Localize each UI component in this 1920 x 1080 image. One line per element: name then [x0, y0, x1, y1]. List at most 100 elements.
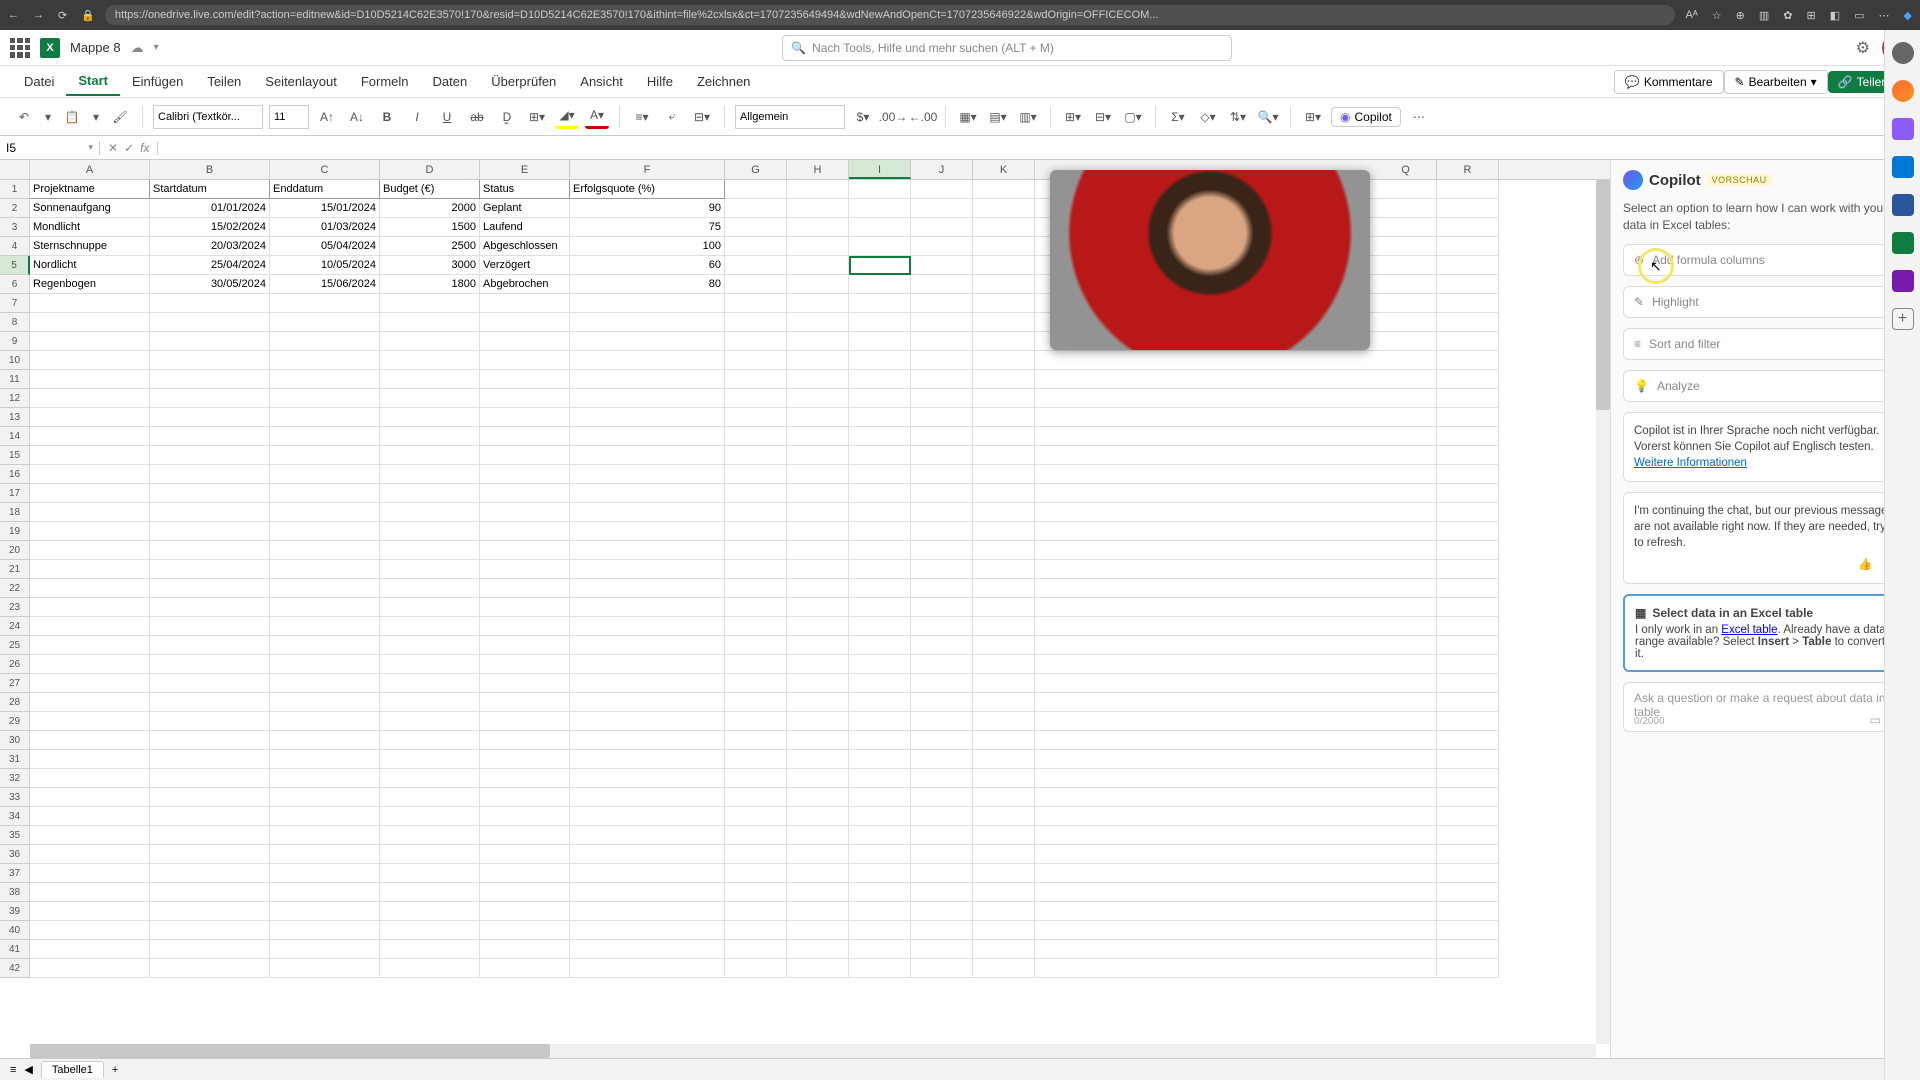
- cell[interactable]: [1375, 902, 1437, 921]
- cell[interactable]: [270, 465, 380, 484]
- cell[interactable]: [911, 674, 973, 693]
- cell[interactable]: [1375, 446, 1437, 465]
- insert-cells-button[interactable]: ⊞▾: [1061, 105, 1085, 129]
- cell[interactable]: [911, 579, 973, 598]
- cell[interactable]: [787, 389, 849, 408]
- cell[interactable]: [849, 180, 911, 199]
- cell[interactable]: [380, 617, 480, 636]
- cell[interactable]: [849, 237, 911, 256]
- cell[interactable]: [849, 712, 911, 731]
- cell[interactable]: [150, 294, 270, 313]
- cell[interactable]: [380, 541, 480, 560]
- rail-search-icon[interactable]: [1892, 42, 1914, 64]
- cell[interactable]: [30, 294, 150, 313]
- cell[interactable]: [973, 446, 1035, 465]
- cell[interactable]: [787, 313, 849, 332]
- cell[interactable]: [725, 180, 787, 199]
- mic-icon[interactable]: ▭: [1870, 713, 1881, 727]
- cell[interactable]: [480, 712, 570, 731]
- cell[interactable]: [380, 332, 480, 351]
- cell[interactable]: [570, 845, 725, 864]
- cell[interactable]: [380, 959, 480, 978]
- cell[interactable]: [150, 731, 270, 750]
- cell[interactable]: [570, 617, 725, 636]
- cell[interactable]: [911, 427, 973, 446]
- cell[interactable]: [725, 522, 787, 541]
- cell[interactable]: [150, 522, 270, 541]
- cell[interactable]: [1437, 370, 1499, 389]
- row-header[interactable]: 17: [0, 484, 30, 503]
- cell[interactable]: [30, 446, 150, 465]
- cell[interactable]: [1375, 845, 1437, 864]
- cell[interactable]: [1375, 427, 1437, 446]
- cell[interactable]: [1375, 389, 1437, 408]
- cell[interactable]: [1437, 180, 1499, 199]
- cell[interactable]: 15/02/2024: [150, 218, 270, 237]
- row-header[interactable]: 34: [0, 807, 30, 826]
- cell[interactable]: [1437, 731, 1499, 750]
- cell[interactable]: [270, 807, 380, 826]
- cell[interactable]: Erfolgsquote (%): [570, 180, 725, 199]
- cell[interactable]: [1437, 693, 1499, 712]
- cell[interactable]: [787, 712, 849, 731]
- merge-button[interactable]: ⊟▾: [690, 105, 714, 129]
- cell[interactable]: [480, 731, 570, 750]
- cell[interactable]: 90: [570, 199, 725, 218]
- cell[interactable]: [380, 845, 480, 864]
- cell[interactable]: [849, 275, 911, 294]
- row-header[interactable]: 4: [0, 237, 30, 256]
- chevron-down-icon[interactable]: ▾: [154, 42, 159, 53]
- row-header[interactable]: 20: [0, 541, 30, 560]
- edit-mode-button[interactable]: ✎ Bearbeiten ▾: [1724, 70, 1828, 94]
- option-highlight[interactable]: ✎Highlight: [1623, 286, 1908, 318]
- cell[interactable]: [973, 655, 1035, 674]
- cell[interactable]: [973, 522, 1035, 541]
- cell[interactable]: [849, 769, 911, 788]
- cell[interactable]: [480, 826, 570, 845]
- cell[interactable]: [911, 389, 973, 408]
- cell[interactable]: [849, 332, 911, 351]
- cell[interactable]: [787, 769, 849, 788]
- cell[interactable]: [849, 674, 911, 693]
- row-header[interactable]: 41: [0, 940, 30, 959]
- cell[interactable]: [30, 883, 150, 902]
- decrease-font-button[interactable]: A↓: [345, 105, 369, 129]
- cell[interactable]: [150, 959, 270, 978]
- cell[interactable]: [30, 921, 150, 940]
- cell[interactable]: [270, 902, 380, 921]
- cell[interactable]: Enddatum: [270, 180, 380, 199]
- cell[interactable]: [570, 636, 725, 655]
- cell[interactable]: [570, 598, 725, 617]
- decrease-decimal-button[interactable]: ←.00: [911, 105, 935, 129]
- fill-color-button[interactable]: ◢▾: [555, 105, 579, 129]
- cell[interactable]: [911, 522, 973, 541]
- cell[interactable]: [973, 237, 1035, 256]
- cell[interactable]: [270, 731, 380, 750]
- cell[interactable]: [725, 503, 787, 522]
- cell[interactable]: [380, 503, 480, 522]
- cell[interactable]: [570, 389, 725, 408]
- cell[interactable]: [973, 256, 1035, 275]
- cell[interactable]: [570, 826, 725, 845]
- cell[interactable]: [725, 541, 787, 560]
- cell[interactable]: [725, 864, 787, 883]
- cell[interactable]: [30, 560, 150, 579]
- row-header[interactable]: 38: [0, 883, 30, 902]
- cell[interactable]: [270, 750, 380, 769]
- row-header[interactable]: 32: [0, 769, 30, 788]
- cell[interactable]: Status: [480, 180, 570, 199]
- cell[interactable]: [1375, 598, 1437, 617]
- cell[interactable]: [973, 313, 1035, 332]
- cell[interactable]: [1437, 826, 1499, 845]
- row-header[interactable]: 10: [0, 351, 30, 370]
- cell[interactable]: [973, 921, 1035, 940]
- cell[interactable]: [849, 351, 911, 370]
- cell[interactable]: [30, 655, 150, 674]
- cell[interactable]: [270, 712, 380, 731]
- rail-excel-icon[interactable]: [1892, 232, 1914, 254]
- cell[interactable]: [380, 864, 480, 883]
- cell[interactable]: [480, 598, 570, 617]
- cell[interactable]: [270, 674, 380, 693]
- cell[interactable]: [1375, 712, 1437, 731]
- cell[interactable]: [911, 902, 973, 921]
